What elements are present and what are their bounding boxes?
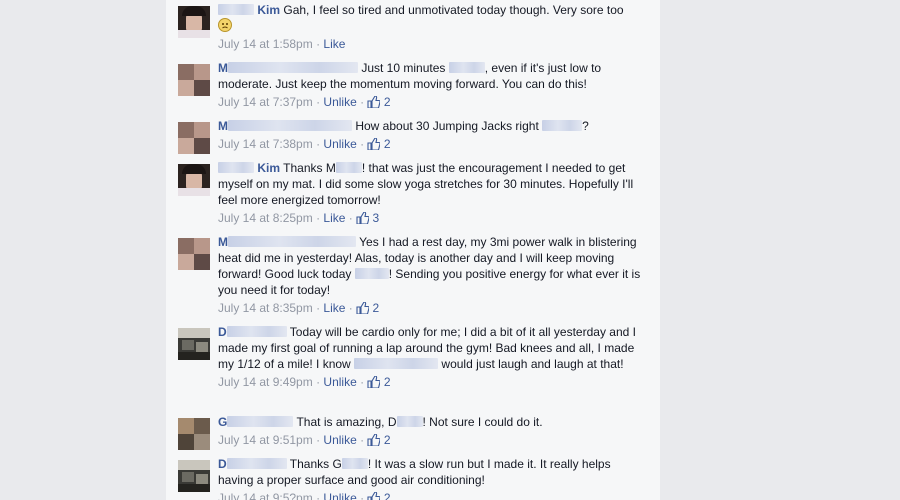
avatar[interactable] [178,418,210,450]
unlike-link[interactable]: Unlike [323,375,356,389]
timestamp[interactable]: July 14 at 9:5?pm [218,491,313,500]
avatar[interactable] [178,164,210,196]
comment-meta: July 14 at 8:25pm · Like · 3 [218,211,380,225]
like-count[interactable]: 2 [367,95,391,109]
redacted-name [354,358,439,369]
comment-meta: July 14 at 9:49pm · Unlike · 2 [218,375,391,389]
redacted-name [335,162,362,173]
comment-text: ! that was just the encouragement I need… [218,161,634,207]
like-count[interactable]: 2 [367,433,391,447]
comment-text: ? [582,119,589,133]
timestamp[interactable]: July 14 at 7:37pm [218,95,313,109]
commenter-name[interactable]: G [218,415,294,429]
thumbs-up-icon [367,492,381,500]
commenter-name[interactable]: M [218,61,358,75]
unlike-link[interactable]: Unlike [323,95,356,109]
like-count[interactable]: 2 [356,301,379,315]
comment-meta: July 14 at 7:37pm · Unlike · 2 [218,95,391,109]
like-link[interactable]: Like [323,301,345,315]
avatar[interactable] [178,122,210,154]
like-count[interactable]: 3 [356,211,379,225]
comment-text: Gah, I feel so tired and unmotivated tod… [283,3,624,17]
comment-meta: July 14 at 9:51pm · Unlike · 2 [218,433,391,447]
avatar[interactable] [178,460,210,492]
redacted-name [354,268,389,279]
frown-emoji-icon [218,18,232,32]
redacted-name [448,62,485,73]
comment-text: Just 10 minutes [361,61,446,75]
thumbs-up-icon [367,376,381,388]
redacted-name [542,120,583,131]
comment-meta: July 14 at 8:35pm · Like · 2 [218,301,380,315]
commenter-name[interactable]: M [218,119,352,133]
timestamp[interactable]: July 14 at 9:49pm [218,375,313,389]
timestamp[interactable]: July 14 at 7:38pm [218,137,313,151]
timestamp[interactable]: July 14 at 1:58pm [218,37,313,51]
like-link[interactable]: Like [323,37,345,51]
unlike-link[interactable]: Unlike [323,491,356,500]
comment-text: Thanks M [283,161,336,175]
commenter-name[interactable]: D [218,325,287,339]
avatar[interactable] [178,6,210,38]
comment-meta: July 14 at 7:38pm · Unlike · 2 [218,137,391,151]
timestamp[interactable]: July 14 at 8:25pm [218,211,313,225]
thumbs-up-icon [367,138,381,150]
unlike-link[interactable]: Unlike [323,137,356,151]
commenter-name[interactable]: M [218,235,356,249]
comments-panel: Kim Gah, I feel so tired and unmotivated… [166,0,660,500]
commenter-name[interactable]: Kim [218,3,280,17]
avatar[interactable] [178,328,210,360]
comment-text: ! Not sure I could do it. [422,415,543,429]
like-count[interactable]: 2 [367,137,391,151]
thumbs-up-icon [356,212,370,224]
comment-text: That is amazing, D [296,415,397,429]
thumbs-up-icon [367,434,381,446]
comment-text: would just laugh and laugh at that! [441,357,624,371]
like-count[interactable]: 2 [367,491,391,500]
commenter-name[interactable]: D [218,457,287,471]
comment-meta: July 14 at 9:5?pm · Unlike · 2 [218,490,642,500]
comment-meta: July 14 at 1:58pm · Like [218,37,346,51]
comment-text: How about 30 Jumping Jacks right [355,119,539,133]
comment-text: Thanks G [289,457,342,471]
timestamp[interactable]: July 14 at 8:35pm [218,301,313,315]
like-count[interactable]: 2 [367,375,391,389]
redacted-name [341,458,368,469]
avatar[interactable] [178,238,210,270]
timestamp[interactable]: July 14 at 9:51pm [218,433,313,447]
commenter-name[interactable]: Kim [218,161,280,175]
avatar[interactable] [178,64,210,96]
thumbs-up-icon [356,302,370,314]
like-link[interactable]: Like [323,211,345,225]
redacted-name [396,416,423,427]
thumbs-up-icon [367,96,381,108]
unlike-link[interactable]: Unlike [323,433,356,447]
